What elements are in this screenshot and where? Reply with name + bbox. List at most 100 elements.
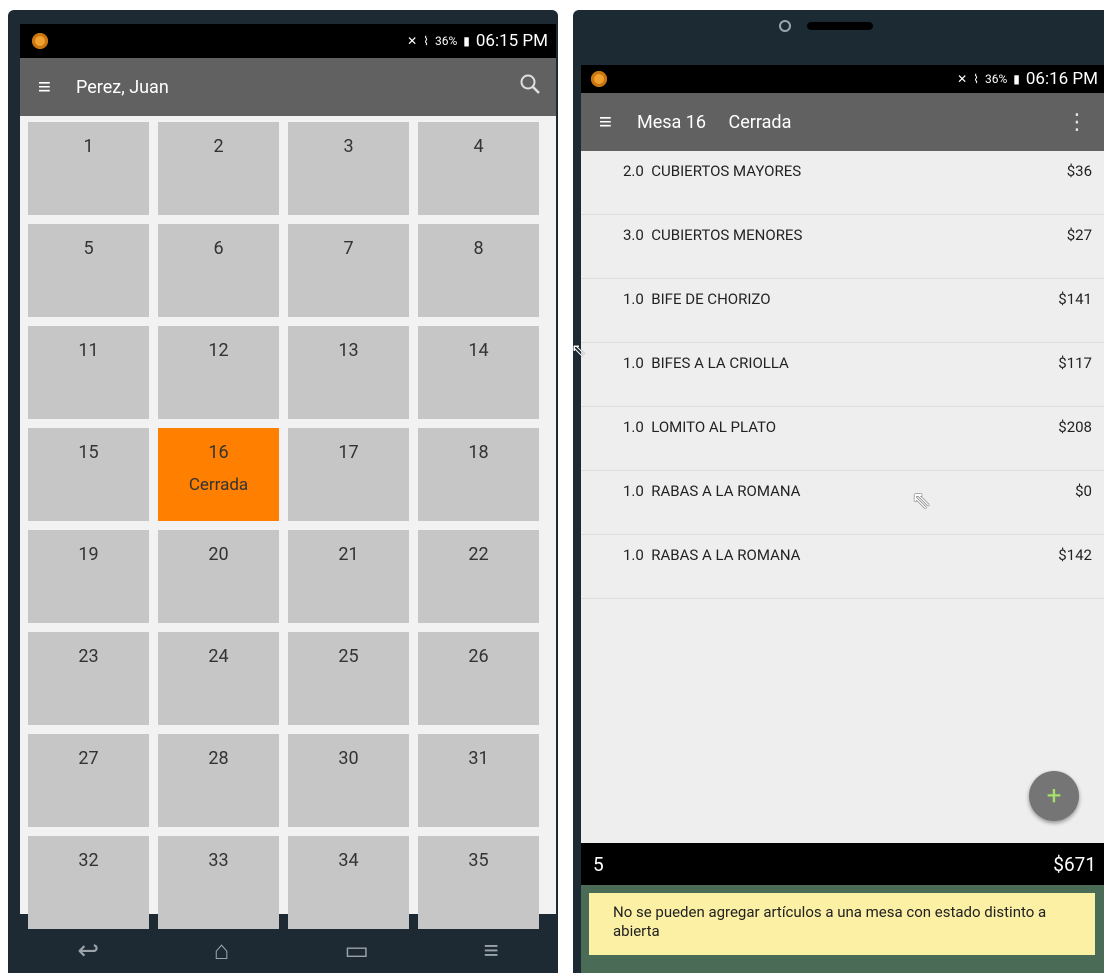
items-count: 5 [593, 852, 604, 876]
battery-percent: 36% [984, 72, 1008, 86]
item-description: 3.0 CUBIERTOS MENORES [623, 226, 803, 244]
item-price: $141 [1058, 290, 1092, 308]
status-icons: ✕ ⌇ 36% ▮ 06:16 PM [957, 69, 1098, 89]
table-cell[interactable]: 6 [158, 224, 279, 317]
table-cell[interactable]: 14 [418, 326, 539, 419]
table-cell[interactable]: 4 [418, 122, 539, 215]
item-price: $0 [1075, 482, 1092, 500]
table-cell[interactable]: 13 [288, 326, 409, 419]
battery-icon: ▮ [463, 34, 470, 48]
home-icon[interactable]: ⌂ [214, 935, 230, 966]
table-number: 27 [78, 748, 99, 769]
table-title: Mesa 16 Cerrada [637, 112, 1066, 133]
table-cell[interactable]: 21 [288, 530, 409, 623]
menu-icon[interactable]: ≡ [599, 109, 625, 135]
table-number: 17 [338, 442, 359, 463]
table-cell[interactable]: 26 [418, 632, 539, 725]
table-cell[interactable]: 7 [288, 224, 409, 317]
search-icon[interactable] [518, 72, 542, 102]
mute-icon: ✕ [957, 72, 968, 86]
total-bar: 5 $671 [581, 843, 1104, 885]
android-nav-bar: ↩ ⌂ ▭ ≡ [20, 928, 556, 973]
table-number: 2 [213, 136, 224, 157]
table-number: 8 [473, 238, 484, 259]
table-status: Cerrada [728, 111, 792, 133]
table-cell[interactable]: 15 [28, 428, 149, 521]
table-cell[interactable]: 22 [418, 530, 539, 623]
menu-icon[interactable]: ≡ [38, 74, 64, 100]
table-cell[interactable]: 20 [158, 530, 279, 623]
right-phone: ✕ ⌇ 36% ▮ 06:16 PM ≡ Mesa 16 Cerrada ⋮ 2… [571, 10, 1104, 973]
table-cell[interactable]: 16 Cerrada [158, 428, 279, 521]
table-cell[interactable]: 32 [28, 836, 149, 929]
tables-area: 1 2 3 4 5 6 7 8 11 12 13 14 15 16 Cerrada 17 18 19 20 21 22 2… [20, 116, 556, 929]
item-price: $117 [1058, 354, 1092, 372]
app-notification-icon [32, 33, 48, 49]
order-item-row[interactable]: 2.0 CUBIERTOS MAYORES $36 [581, 151, 1104, 215]
add-item-button[interactable]: + [1029, 771, 1079, 821]
table-cell[interactable]: 8 [418, 224, 539, 317]
table-number: 5 [83, 238, 94, 259]
mouse-cursor-icon: ⇖ [911, 486, 932, 514]
table-number: 35 [468, 850, 489, 871]
table-cell[interactable]: 24 [158, 632, 279, 725]
table-cell[interactable]: 27 [28, 734, 149, 827]
item-price: $27 [1066, 226, 1092, 244]
table-cell[interactable]: 17 [288, 428, 409, 521]
order-item-row[interactable]: 1.0 RABAS A LA ROMANA $142 [581, 535, 1104, 599]
table-cell[interactable]: 31 [418, 734, 539, 827]
table-cell[interactable]: 1 [28, 122, 149, 215]
app-notification-icon [591, 71, 607, 87]
table-number: 25 [338, 646, 359, 667]
order-item-row[interactable]: 1.0 RABAS A LA ROMANA $0 [581, 471, 1104, 535]
battery-icon: ▮ [1013, 72, 1020, 86]
overflow-menu-icon[interactable]: ⋮ [1066, 110, 1088, 135]
status-bar: ✕ ⌇ 36% ▮ 06:15 PM [20, 24, 556, 58]
table-cell[interactable]: 5 [28, 224, 149, 317]
order-item-row[interactable]: 1.0 LOMITO AL PLATO $208 [581, 407, 1104, 471]
item-description: 2.0 CUBIERTOS MAYORES [623, 162, 802, 180]
table-number: 26 [468, 646, 489, 667]
table-number: 3 [343, 136, 354, 157]
mouse-cursor-icon: ⇖ [571, 340, 587, 361]
order-items-list: 2.0 CUBIERTOS MAYORES $36 3.0 CUBIERTOS ME… [581, 151, 1104, 843]
clock: 06:16 PM [1025, 69, 1098, 89]
table-cell[interactable]: 2 [158, 122, 279, 215]
table-cell[interactable]: 18 [418, 428, 539, 521]
menu-nav-icon[interactable]: ≡ [483, 935, 498, 966]
table-cell[interactable]: 35 [418, 836, 539, 929]
table-number: 12 [208, 340, 229, 361]
app-toolbar: ≡ Mesa 16 Cerrada ⋮ [581, 93, 1104, 151]
table-cell[interactable]: 25 [288, 632, 409, 725]
clock: 06:15 PM [475, 31, 548, 51]
table-cell[interactable]: 33 [158, 836, 279, 929]
order-item-row[interactable]: 3.0 CUBIERTOS MENORES $27 [581, 215, 1104, 279]
table-state: Cerrada [188, 475, 249, 495]
table-cell[interactable]: 3 [288, 122, 409, 215]
table-number: 19 [78, 544, 99, 565]
item-price: $142 [1058, 546, 1092, 564]
order-item-row[interactable]: 1.0 BIFES A LA CRIOLLA $117 [581, 343, 1104, 407]
item-price: $36 [1066, 162, 1092, 180]
table-cell[interactable]: 28 [158, 734, 279, 827]
table-number: 13 [338, 340, 359, 361]
table-cell[interactable]: 23 [28, 632, 149, 725]
table-number: 24 [208, 646, 229, 667]
table-cell[interactable]: 12 [158, 326, 279, 419]
table-number: 16 [208, 442, 229, 463]
table-cell[interactable]: 19 [28, 530, 149, 623]
table-cell[interactable]: 11 [28, 326, 149, 419]
front-camera [779, 20, 791, 32]
table-number: Mesa 16 [637, 111, 707, 133]
back-icon[interactable]: ↩ [77, 936, 99, 966]
item-description: 1.0 BIFE DE CHORIZO [623, 290, 771, 308]
order-item-row[interactable]: 1.0 BIFE DE CHORIZO $141 [581, 279, 1104, 343]
recent-apps-icon[interactable]: ▭ [344, 936, 369, 966]
table-number: 14 [468, 340, 489, 361]
speaker [807, 22, 873, 30]
table-number: 18 [468, 442, 489, 463]
table-number: 30 [338, 748, 359, 769]
table-number: 34 [338, 850, 359, 871]
table-cell[interactable]: 34 [288, 836, 409, 929]
table-cell[interactable]: 30 [288, 734, 409, 827]
